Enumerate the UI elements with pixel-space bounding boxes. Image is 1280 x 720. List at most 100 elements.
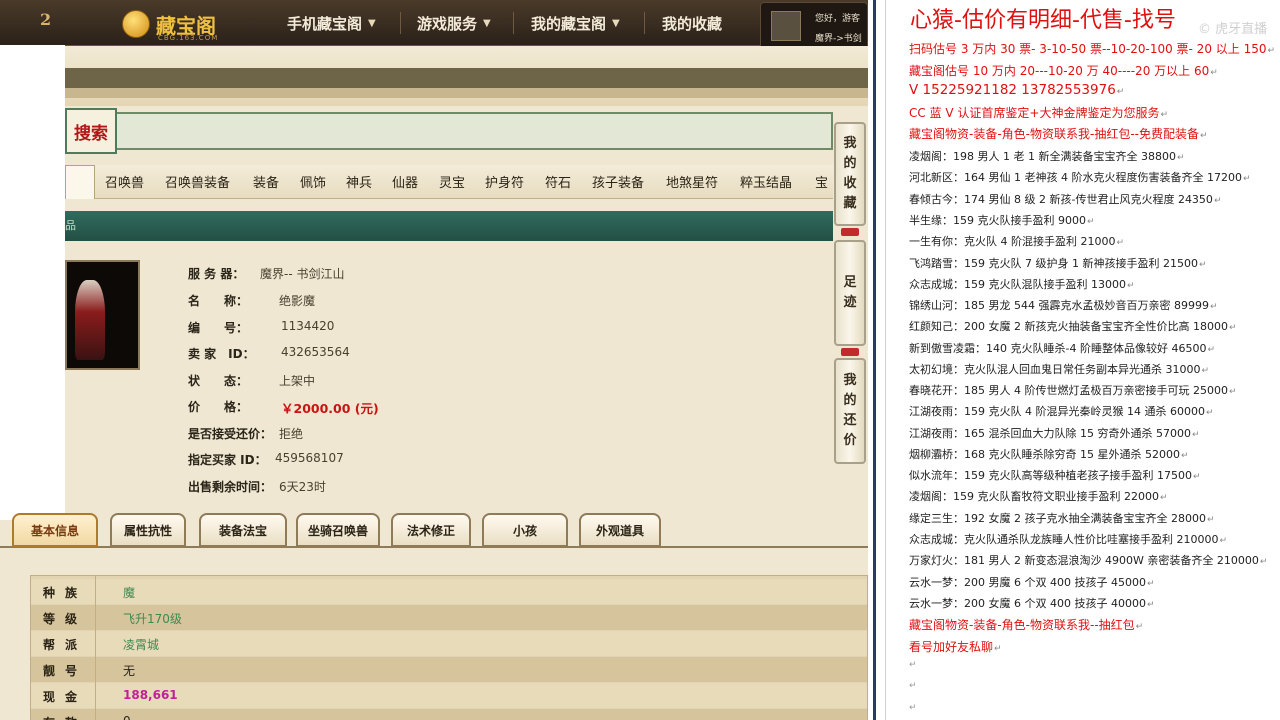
tab-appearance-items[interactable]: 外观道具 (579, 513, 661, 547)
nav-divider (400, 12, 401, 34)
attr-key: 等级 (43, 612, 88, 626)
nav-my-cbg[interactable]: 我的藏宝阁 ▼ (531, 0, 620, 46)
note-line: V 15225921182 13782553976↵ (909, 82, 1124, 98)
user-greeting: 您好，游客 (815, 14, 861, 24)
note-line: 凌烟阁：159 克火队畜牧符文职业接手盈利 22000↵ (909, 488, 1168, 504)
return-mark-icon: ↵ (1086, 217, 1095, 227)
nav-mobile-cbg[interactable]: 手机藏宝阁 ▼ (287, 0, 376, 46)
category-tab[interactable]: 地煞星符 (666, 172, 718, 191)
id-label: 编 号： (188, 321, 249, 335)
server-label: 服 务 器： (188, 267, 245, 281)
note-line-text: 江湖夜雨：165 混杀回血大力队除 15 穷奇外通杀 57000 (909, 427, 1191, 440)
tab-children[interactable]: 小孩 (482, 513, 568, 547)
table-row: 现金 188,661 (31, 683, 867, 708)
seller-id-value: 432653564 (281, 345, 350, 359)
tab-equipment[interactable]: 装备法宝 (199, 513, 287, 547)
name-value: 绝影魔 (279, 294, 316, 308)
note-line-text: 众志成城：159 克火队混队接手盈利 13000 (909, 278, 1126, 291)
return-mark-icon: ↵ (1116, 87, 1125, 97)
avatar[interactable] (771, 11, 801, 41)
note-line-text: 太初幻境：克火队混人回血鬼日常任务副本异光通杀 31000 (909, 363, 1201, 376)
return-mark-icon: ↵ (1213, 196, 1222, 206)
note-line: 藏宝阁估号 10 万内 20---10-20 万 40----20 万以上 60… (909, 62, 1218, 79)
return-mark-icon: ↵ (1126, 281, 1135, 291)
price-label: 价 格： (188, 400, 249, 414)
stream-watermark: © 虎牙直播 (1198, 22, 1268, 37)
designated-buyer-label: 指定买家 ID： (188, 453, 267, 467)
side-tab-connector (841, 228, 859, 236)
side-tab-label: 我的收藏 (843, 136, 857, 211)
side-tab-label: 我的还价 (843, 373, 857, 448)
note-line-text: V 15225921182 13782553976 (909, 82, 1116, 98)
coin-icon (122, 10, 150, 38)
nav-game-service[interactable]: 游戏服务 ▼ (417, 0, 491, 46)
return-mark-icon: ↵ (1228, 387, 1237, 397)
tab-basic-info[interactable]: 基本信息 (12, 513, 98, 547)
note-line-text: 红颜知己：200 女魔 2 新孩克火抽装备宝宝齐全性价比高 18000 (909, 320, 1228, 333)
note-line: 藏宝阁物资-装备-角色-物资联系我--抽红包↵ (909, 616, 1143, 633)
nav-my-favorites[interactable]: 我的收藏 (662, 0, 722, 46)
note-line-text: CC 蓝 V 认证首席鉴定+大神金牌鉴定为您服务 (909, 106, 1160, 120)
remaining-time-label: 出售剩余时间： (188, 480, 273, 494)
category-tab-active[interactable] (65, 165, 95, 199)
attr-key: 存款 (43, 714, 113, 720)
tab-spell-correction[interactable]: 法术修正 (391, 513, 471, 547)
attr-key: 帮派 (43, 638, 88, 652)
note-line: 锦绣山河：185 男龙 544 强霹克水孟极妙音百万亲密 89999↵ (909, 297, 1218, 313)
note-line-text: 锦绣山河：185 男龙 544 强霹克水孟极妙音百万亲密 89999 (909, 299, 1209, 312)
price-value: ￥2000.00 (元) (281, 401, 379, 416)
category-tab[interactable]: 符石 (545, 172, 571, 191)
tab-mounts-summons[interactable]: 坐骑召唤兽 (296, 513, 380, 547)
server-value: 魔界-- 书剑江山 (260, 267, 345, 281)
notes-title: 心猿-估价有明细-代售-找号 (910, 8, 1176, 33)
table-column-divider (95, 576, 96, 720)
side-tab-favorites[interactable]: 我的收藏 (834, 122, 866, 226)
note-line: 扫码估号 3 万内 30 票- 3-10-50 票--10-20-100 票- … (909, 40, 1275, 57)
seller-id-label: 卖 家 ID： (188, 347, 255, 361)
counter-offer-label: 是否接受还价： (188, 427, 273, 441)
category-tab[interactable]: 护身符 (485, 172, 524, 191)
note-line-text: 烟柳灞桥：168 克火队睡杀除穷奇 15 星外通杀 52000 (909, 448, 1180, 461)
category-tab[interactable]: 神兵 (346, 172, 372, 191)
category-tab[interactable]: 粹玉结晶 (740, 172, 792, 191)
attr-key: 靓号 (43, 664, 88, 678)
search-bar[interactable] (65, 112, 833, 150)
category-tab[interactable]: 仙器 (392, 172, 418, 191)
remaining-time-value: 6天23时 (279, 480, 326, 494)
return-mark-icon: ↵ (1198, 260, 1207, 270)
category-tab[interactable]: 佩饰 (300, 172, 326, 191)
category-tab[interactable]: 宝 (815, 172, 828, 191)
category-tab[interactable]: 召唤兽装备 (165, 172, 230, 191)
attr-value: 魔 (123, 586, 136, 600)
notes-panel: 心猿-估价有明细-代售-找号 © 虎牙直播 扫码估号 3 万内 30 票- 3-… (885, 0, 1280, 720)
return-mark-icon: ↵ (1146, 579, 1155, 589)
return-mark-icon: ↵ (994, 644, 1002, 654)
character-portrait[interactable] (65, 260, 140, 370)
note-line: 云水一梦：200 女魔 6 个双 400 技孩子 40000↵ (909, 595, 1155, 611)
note-line: 一生有你：克火队 4 阶混接手盈利 21000↵ (909, 233, 1124, 249)
side-tab-my-counter-offers[interactable]: 我的还价 (834, 358, 866, 464)
cbg-website: 2 藏宝阁 CBG.163.COM 手机藏宝阁 ▼ 游戏服务 ▼ 我的藏宝阁 ▼ (0, 0, 868, 720)
category-tab[interactable]: 召唤兽 (105, 172, 144, 191)
return-mark-icon: ↵ (1209, 302, 1218, 312)
user-server[interactable]: 魔界->书剑 (815, 31, 862, 44)
return-mark-icon: ↵ (1116, 238, 1125, 248)
side-tab-connector (841, 348, 859, 356)
note-line-text: 看号加好友私聊 (909, 640, 994, 654)
note-line: 春晓花开：185 男人 4 阶传世燃灯孟极百万亲密接手可玩 25000↵ (909, 382, 1237, 398)
category-tab[interactable]: 孩子装备 (592, 172, 644, 191)
category-tab[interactable]: 灵宝 (439, 172, 465, 191)
name-label: 名 称： (188, 294, 249, 308)
category-tab[interactable]: 装备 (253, 172, 279, 191)
note-line-text: 云水一梦：200 女魔 6 个双 400 技孩子 40000 (909, 597, 1146, 610)
side-tab-history[interactable]: 足迹 (834, 240, 866, 346)
return-mark-icon: ↵ (1199, 131, 1208, 141)
tab-attributes[interactable]: 属性抗性 (110, 513, 186, 547)
site-logo[interactable]: 藏宝阁 CBG.163.COM (122, 6, 232, 42)
status-value: 上架中 (279, 374, 316, 388)
attr-value: 0 (123, 714, 131, 720)
user-panel[interactable]: 您好，游客 魔界->书剑 (760, 2, 868, 50)
game-logo[interactable]: 2 (40, 10, 51, 29)
nav-label: 我的收藏 (662, 14, 723, 33)
chevron-down-icon: ▼ (483, 17, 491, 29)
